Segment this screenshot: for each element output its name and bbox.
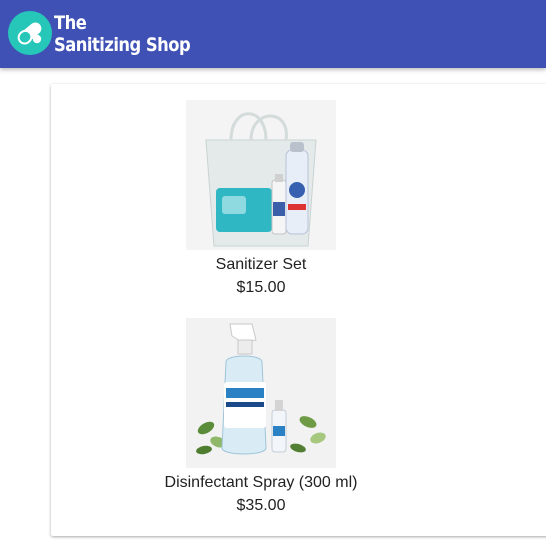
product-name[interactable]: Disinfectant Spray (300 ml) — [131, 473, 391, 493]
product-price: $15.00 — [236, 279, 286, 296]
brand-line-2: Sanitizing Shop — [54, 34, 191, 56]
product-item-sanitizer-set[interactable]: Sanitizer Set $15.00 — [131, 100, 391, 298]
product-price: $35.00 — [236, 497, 286, 514]
app-header: The Sanitizing Shop — [0, 0, 546, 68]
brand-logo-link[interactable]: The Sanitizing Shop — [8, 10, 191, 60]
product-image-sanitizer-set[interactable] — [186, 100, 336, 250]
product-name[interactable]: Sanitizer Set — [131, 255, 391, 275]
product-image-disinfectant-spray[interactable] — [186, 318, 336, 468]
product-item-disinfectant-spray[interactable]: Disinfectant Spray (300 ml) $35.00 — [131, 318, 391, 516]
brand-name: The Sanitizing Shop — [54, 12, 191, 56]
brand-line-1: The — [54, 12, 87, 34]
pill-icon — [8, 11, 52, 55]
product-list-card: Sanitizer Set $15.00 Disinfectant Spray … — [51, 84, 546, 536]
